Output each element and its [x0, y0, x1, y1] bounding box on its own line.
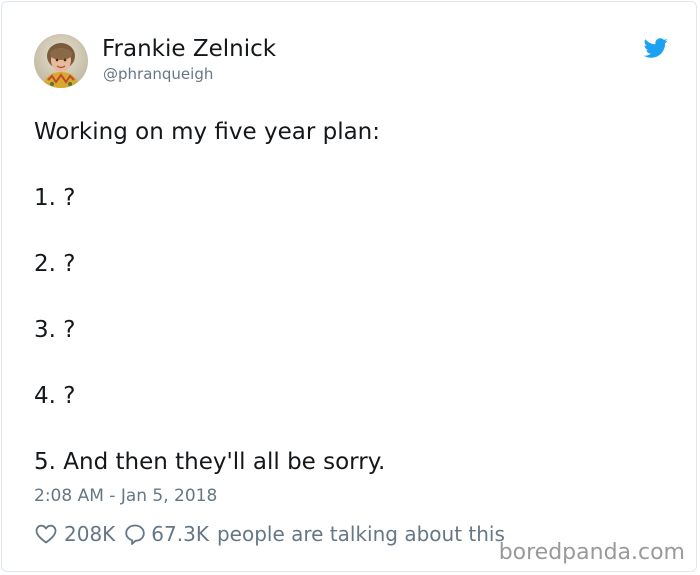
twitter-bird-icon[interactable] [643, 36, 669, 60]
tweet-card: Frankie Zelnick @phranqueigh Working on … [1, 1, 697, 572]
tweet-text-line: 2. ? [34, 251, 76, 277]
user-handle[interactable]: @phranqueigh [103, 64, 213, 84]
avatar[interactable] [34, 34, 88, 88]
watermark: boredpanda.com [498, 540, 685, 565]
tweet-text-line: 5. And then they'll all be sorry. [34, 449, 386, 475]
tweet-text-line: 4. ? [34, 383, 76, 409]
replies-count[interactable]: 67.3K [151, 522, 209, 546]
engagement-stats: 208K 67.3K people are talking about this [34, 521, 505, 547]
likes-count[interactable]: 208K [64, 522, 115, 546]
heart-icon[interactable] [34, 522, 58, 546]
tweet-text-line: 1. ? [34, 185, 76, 211]
avatar-image [34, 34, 88, 88]
tweet-text-line: Working on my five year plan: [34, 119, 380, 145]
speech-bubble-icon[interactable] [124, 522, 146, 546]
talking-label[interactable]: people are talking about this [217, 522, 505, 546]
tweet-timestamp[interactable]: 2:08 AM - Jan 5, 2018 [34, 485, 217, 507]
tweet-text-line: 3. ? [34, 317, 76, 343]
display-name[interactable]: Frankie Zelnick [102, 35, 276, 63]
